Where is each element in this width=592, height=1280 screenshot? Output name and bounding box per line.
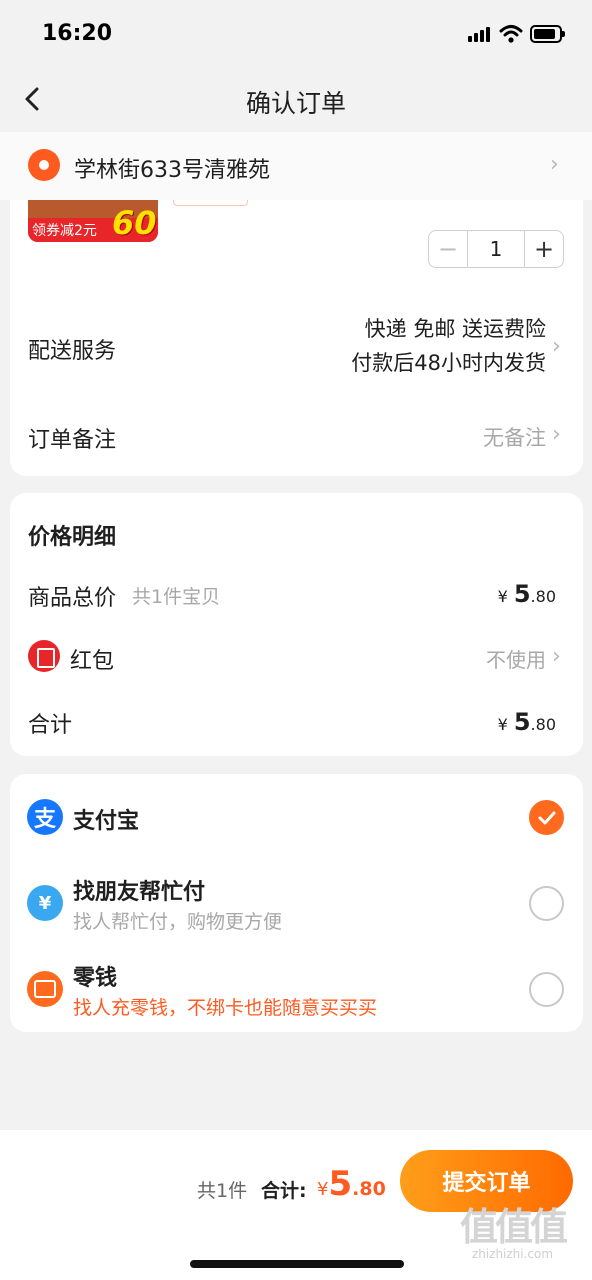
friend-pay-label[interactable]: 找朋友帮忙付 — [73, 874, 205, 906]
chevron-right-icon[interactable]: › — [552, 422, 561, 447]
change-label[interactable]: 零钱 — [73, 960, 117, 992]
hongbao-icon — [28, 640, 60, 672]
alipay-icon: 支 — [27, 799, 63, 835]
change-radio[interactable] — [529, 972, 564, 1007]
battery-icon — [530, 25, 565, 43]
address-bar[interactable]: 学林街633号清雅苑 › — [0, 132, 592, 200]
friend-pay-subtitle: 找人帮忙付，购物更方便 — [73, 911, 283, 933]
goods-total-label: 商品总价 — [28, 586, 117, 611]
friend-pay-radio[interactable] — [529, 886, 564, 921]
chevron-right-icon[interactable]: › — [552, 334, 561, 359]
product-tag — [173, 200, 248, 206]
chevron-right-icon: › — [550, 152, 559, 177]
remark-value[interactable]: 无备注 — [483, 422, 546, 452]
total-price: ¥5.80 — [497, 708, 556, 736]
item-count: 共1件 — [197, 1180, 248, 1202]
hongbao-value[interactable]: 不使用 — [486, 644, 546, 673]
friend-pay-icon: ¥ — [27, 885, 63, 921]
chevron-right-icon[interactable]: › — [552, 644, 561, 669]
promo-text: 领券减2元 — [32, 223, 97, 239]
cellular-signal-icon — [468, 27, 490, 42]
goods-total-price: ¥5.80 — [497, 580, 556, 608]
remark-label: 订单备注 — [28, 428, 117, 453]
decrease-button[interactable]: − — [429, 231, 467, 267]
address-text: 学林街633号清雅苑 — [74, 158, 270, 183]
sum-price: ¥5.80 — [317, 1164, 386, 1204]
delivery-label: 配送服务 — [28, 339, 117, 364]
product-thumbnail[interactable]: 领券减2元 60 — [28, 200, 158, 242]
quantity-value[interactable]: 1 — [467, 231, 525, 267]
check-icon — [538, 811, 555, 824]
wifi-icon — [499, 25, 523, 43]
quantity-stepper[interactable]: − 1 + — [428, 230, 564, 268]
watermark: 值值值 zhizhizhi.com — [440, 1196, 585, 1261]
status-time: 16:20 — [42, 21, 113, 46]
increase-button[interactable]: + — [525, 231, 563, 267]
location-pin-icon — [28, 149, 60, 181]
home-indicator[interactable] — [190, 1260, 404, 1268]
hongbao-label: 红包 — [70, 649, 115, 674]
page-title: 确认订单 — [245, 89, 346, 118]
promo-number: 60 — [112, 204, 157, 242]
alipay-label[interactable]: 支付宝 — [73, 803, 139, 835]
sum-label: 合计: — [261, 1180, 307, 1202]
total-label: 合计 — [28, 713, 73, 738]
delivery-method[interactable]: 快递 免邮 送运费险 — [365, 313, 546, 343]
alipay-radio[interactable] — [529, 800, 564, 835]
watermark-logo: 值值值 — [459, 1205, 568, 1249]
wallet-icon — [27, 971, 63, 1007]
change-subtitle: 找人充零钱，不绑卡也能随意买买买 — [73, 997, 378, 1019]
delivery-time[interactable]: 付款后48小时内发货 — [351, 347, 546, 377]
nav-bar: 确认订单 — [0, 70, 592, 132]
goods-count: 共1件宝贝 — [132, 586, 221, 608]
price-detail-title: 价格明细 — [28, 525, 117, 550]
